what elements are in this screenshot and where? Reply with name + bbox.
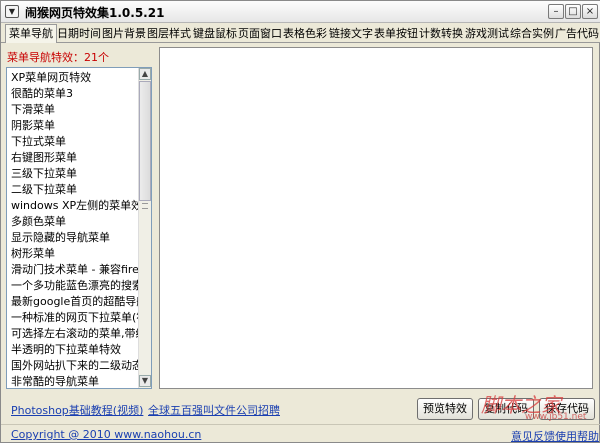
window-title: 闹猴网页特效集1.0.5.21 (25, 6, 165, 20)
maximize-button[interactable]: □ (565, 4, 581, 19)
list-item[interactable]: 一种标准的网页下拉菜单(符合 (11, 310, 139, 326)
list-item[interactable]: 非常酷的导航菜单 (11, 374, 139, 388)
photoshop-tutorial-link[interactable]: Photoshop基础教程(视频) (11, 402, 143, 418)
tab-menu-nav[interactable]: 菜单导航 (5, 24, 57, 43)
list-item[interactable]: windows XP左侧的菜单效果 (11, 198, 139, 214)
title-bar[interactable]: ▼ 闹猴网页特效集1.0.5.21 – □ × (1, 1, 600, 23)
app-window: ▼ 闹猴网页特效集1.0.5.21 – □ × 菜单导航 日期时间 图片背景 图… (0, 0, 600, 443)
tab-table-color[interactable]: 表格色彩 (283, 26, 327, 42)
minimize-button[interactable]: – (548, 4, 564, 19)
tab-page-window[interactable]: 页面窗口 (238, 26, 282, 42)
list-item[interactable]: 多颜色菜单 (11, 214, 139, 230)
list-item[interactable]: 半透明的下拉菜单特效 (11, 342, 139, 358)
list-item[interactable]: 一个多功能蓝色漂亮的搜索条 (11, 278, 139, 294)
preview-pane[interactable] (159, 47, 593, 389)
effect-count-label: 菜单导航特效：21个 (7, 51, 109, 64)
footer-divider (1, 424, 600, 425)
list-item[interactable]: 三级下拉菜单 (11, 166, 139, 182)
copyright-link[interactable]: Copyright @ 2010 www.naohou.cn (11, 428, 201, 441)
tab-form-button[interactable]: 表单按钮 (374, 26, 418, 42)
tab-date-time[interactable]: 日期时间 (57, 26, 101, 42)
list-item[interactable]: 下滑菜单 (11, 102, 139, 118)
category-tabs: 菜单导航 日期时间 图片背景 图层样式 键盘鼠标 页面窗口 表格色彩 链接文字 … (1, 23, 600, 43)
list-item[interactable]: 树形菜单 (11, 246, 139, 262)
list-item[interactable]: 可选择左右滚动的菜单,带缓动 (11, 326, 139, 342)
feedback-link[interactable]: 意见反馈 (511, 428, 555, 443)
tab-examples[interactable]: 综合实例 (510, 26, 554, 42)
list-item[interactable]: 显示隐藏的导航菜单 (11, 230, 139, 246)
effect-list[interactable]: XP菜单网页特效 很酷的菜单3 下滑菜单 阴影菜单 下拉式菜单 右键图形菜单 三… (6, 67, 152, 389)
list-item[interactable]: 二级下拉菜单 (11, 182, 139, 198)
tab-link-text[interactable]: 链接文字 (329, 26, 373, 42)
list-item[interactable]: 右键图形菜单 (11, 150, 139, 166)
tab-image-bg[interactable]: 图片背景 (102, 26, 146, 42)
scroll-down-icon[interactable]: ▼ (139, 375, 151, 387)
scroll-thumb[interactable] (139, 81, 151, 201)
list-item[interactable]: 滑动门技术菜单 - 兼容firefox火 (11, 262, 139, 278)
list-item[interactable]: 国外网站扒下来的二级动态导航 (11, 358, 139, 374)
help-link[interactable]: 使用帮助 (555, 428, 599, 443)
list-item[interactable]: XP菜单网页特效 (11, 70, 139, 86)
recruitment-link[interactable]: 全球五百强叫文件公司招聘 (148, 402, 280, 418)
tab-counter-convert[interactable]: 计数转换 (419, 26, 463, 42)
preview-button[interactable]: 预览特效 (417, 398, 473, 420)
scroll-grip-icon (142, 203, 148, 209)
scroll-up-icon[interactable]: ▲ (139, 68, 151, 80)
tab-ad-code[interactable]: 广告代码 (555, 26, 599, 42)
tab-game-test[interactable]: 游戏测试 (465, 26, 509, 42)
tab-layer-style[interactable]: 图层样式 (147, 26, 191, 42)
list-item[interactable]: 很酷的菜单3 (11, 86, 139, 102)
watermark-url: www.jb51.net (525, 412, 587, 422)
list-item[interactable]: 下拉式菜单 (11, 134, 139, 150)
app-menu-icon[interactable]: ▼ (5, 5, 19, 18)
tab-keyboard-mouse[interactable]: 键盘鼠标 (193, 26, 237, 42)
close-button[interactable]: × (582, 4, 598, 19)
list-item[interactable]: 最新google首页的超酷导航效果 (11, 294, 139, 310)
list-item[interactable]: 阴影菜单 (11, 118, 139, 134)
list-scrollbar[interactable]: ▲ ▼ (138, 68, 151, 388)
